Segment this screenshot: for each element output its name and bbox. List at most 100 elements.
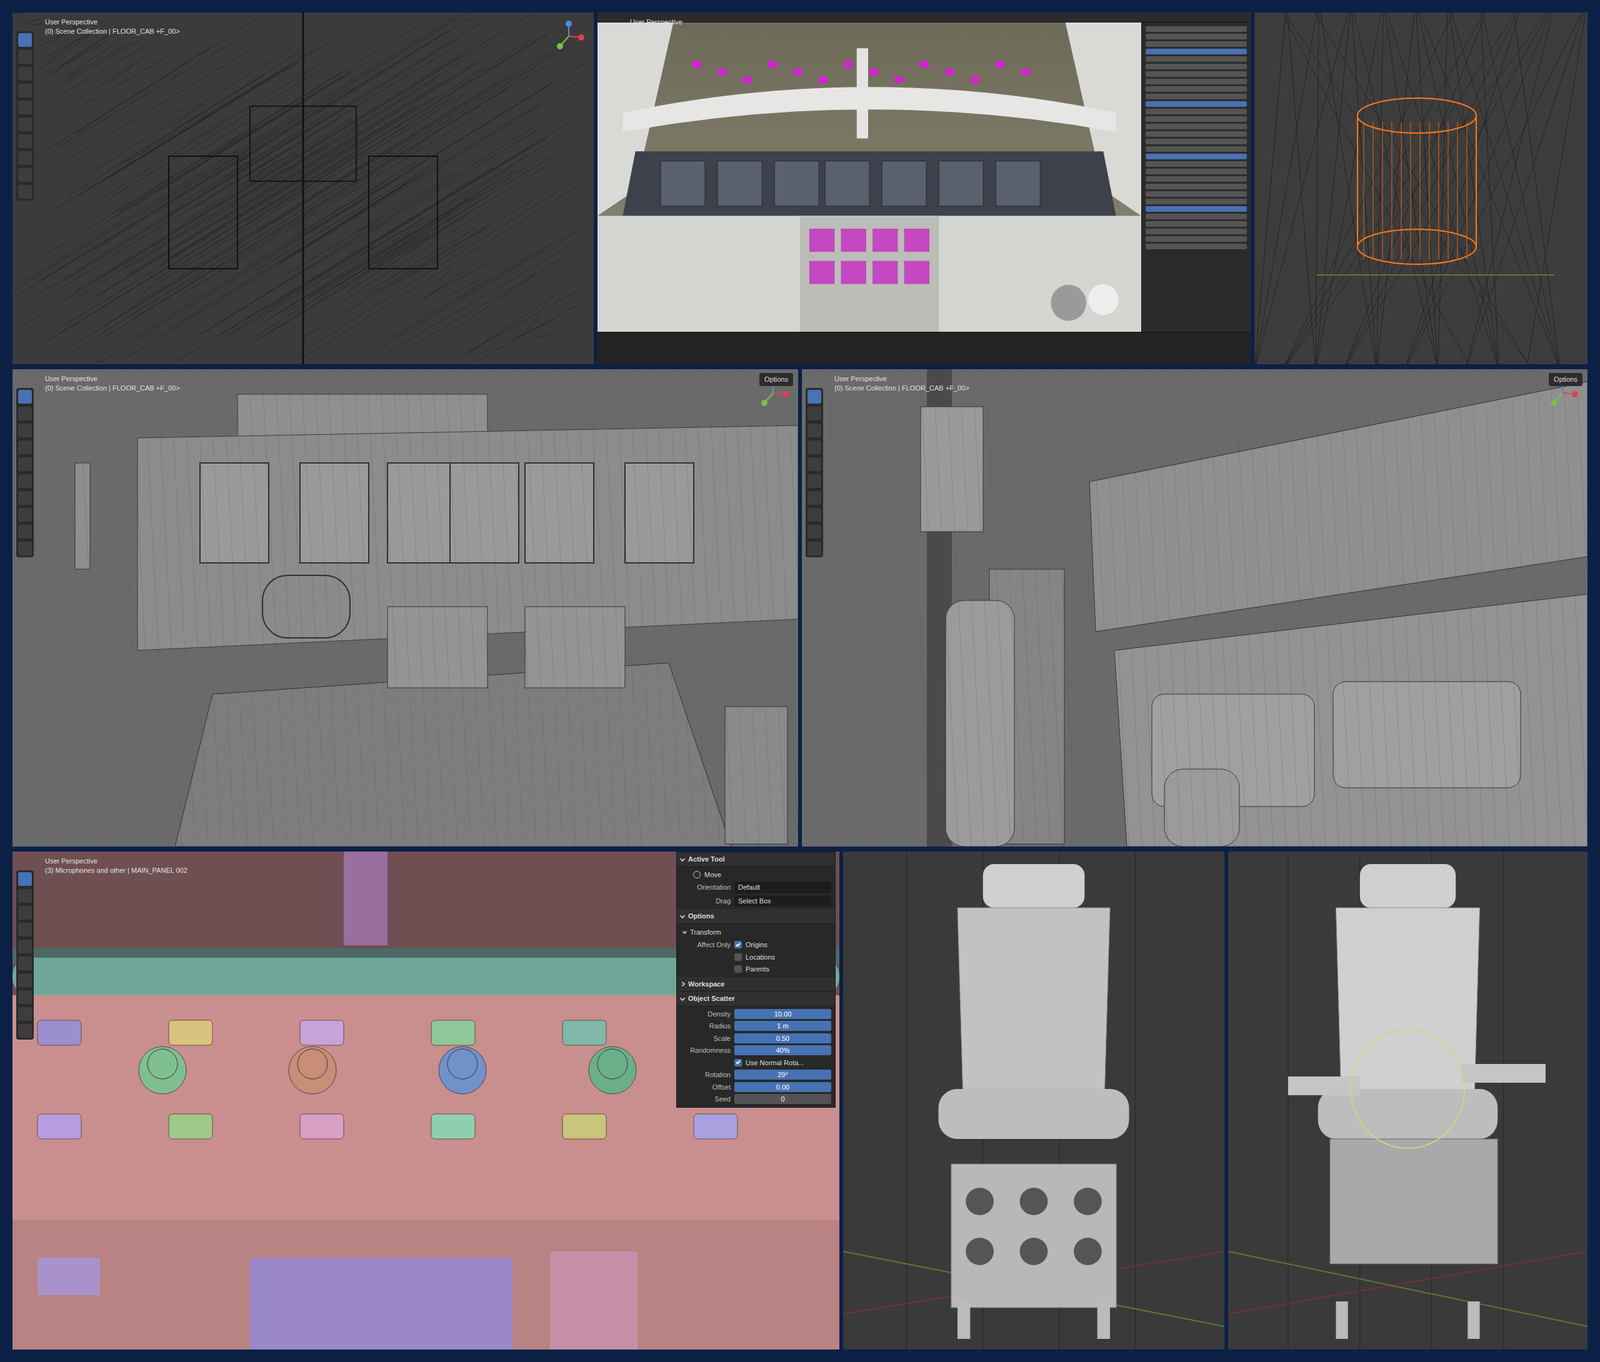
tool-icon[interactable] — [807, 406, 822, 421]
tool-icon[interactable] — [18, 151, 32, 165]
tool-icon[interactable] — [807, 423, 822, 438]
navigation-gizmo-icon[interactable] — [551, 18, 587, 54]
property-field[interactable] — [1145, 48, 1247, 55]
viewport[interactable]: User Perspective(0) Scene Collection | F… — [12, 12, 594, 365]
options-button[interactable]: Options — [759, 373, 794, 387]
tool-icon[interactable] — [18, 474, 32, 489]
tool-icon[interactable] — [807, 474, 822, 489]
dropdown[interactable]: Default — [734, 881, 832, 894]
tool-icon[interactable] — [18, 134, 32, 149]
tool-icon[interactable] — [18, 491, 32, 505]
property-field[interactable] — [1145, 26, 1247, 32]
tool-icon[interactable] — [18, 889, 32, 904]
tool-icon[interactable] — [18, 66, 32, 81]
property-field[interactable] — [1145, 116, 1247, 122]
property-field[interactable] — [1145, 206, 1247, 212]
tool-icon[interactable] — [18, 50, 32, 64]
viewport[interactable]: User Perspective — [597, 12, 1251, 365]
slider-field[interactable]: 0.00 — [734, 1082, 832, 1093]
tool-icon[interactable] — [18, 541, 32, 556]
property-field[interactable] — [1145, 63, 1247, 70]
tool-icon[interactable] — [18, 440, 32, 455]
slider-field[interactable]: 0.50 — [734, 1033, 832, 1044]
slider-field[interactable]: 1 m — [734, 1021, 832, 1032]
tool-icon[interactable] — [18, 906, 32, 920]
property-field[interactable] — [1145, 123, 1247, 130]
checkbox[interactable] — [734, 941, 742, 949]
tool-icon[interactable] — [18, 457, 32, 472]
tool-icon[interactable] — [18, 33, 32, 47]
tool-icon[interactable] — [807, 440, 822, 455]
subsection-header[interactable]: Transform — [680, 926, 832, 939]
viewport[interactable] — [1228, 851, 1588, 1350]
property-field[interactable] — [1145, 93, 1247, 100]
tool-icon[interactable] — [18, 117, 32, 132]
section-header[interactable]: Options — [676, 909, 835, 925]
tool-icon[interactable] — [807, 457, 822, 472]
tool-icon[interactable] — [18, 1007, 32, 1022]
tool-icon[interactable] — [18, 83, 32, 98]
tool-icon[interactable] — [18, 525, 32, 539]
property-field[interactable] — [1145, 243, 1247, 250]
property-field[interactable] — [1145, 213, 1247, 220]
tool-icon[interactable] — [18, 923, 32, 937]
property-field[interactable] — [1145, 101, 1247, 107]
property-field[interactable] — [1145, 33, 1247, 40]
options-button[interactable]: Options — [1548, 373, 1583, 387]
property-field[interactable] — [1145, 191, 1247, 197]
slider-field[interactable]: 10.00 — [734, 1009, 832, 1020]
tool-icon[interactable] — [18, 990, 32, 1005]
viewport[interactable]: User Perspective(0) Scene Collection | F… — [12, 369, 799, 847]
tool-icon[interactable] — [18, 956, 32, 971]
tool-icon[interactable] — [18, 100, 32, 115]
property-field[interactable] — [1145, 108, 1247, 115]
tool-icon[interactable] — [807, 390, 822, 404]
property-field[interactable] — [1145, 86, 1247, 92]
property-field[interactable] — [1145, 161, 1247, 167]
tool-icon[interactable] — [18, 1024, 32, 1039]
tool-icon[interactable] — [807, 491, 822, 505]
section-header[interactable]: Object Scatter — [676, 991, 835, 1007]
property-field[interactable] — [1145, 221, 1247, 227]
tool-icon[interactable] — [807, 541, 822, 556]
property-field[interactable] — [1145, 131, 1247, 137]
dropdown[interactable]: Select Box — [734, 895, 832, 908]
tool-icon[interactable] — [18, 406, 32, 421]
tool-icon[interactable] — [18, 940, 32, 954]
tool-icon[interactable] — [18, 872, 32, 887]
viewport[interactable] — [843, 851, 1225, 1350]
property-field[interactable] — [1145, 153, 1247, 160]
section-header[interactable]: Workspace — [676, 977, 835, 993]
property-field[interactable] — [1145, 183, 1247, 190]
viewport[interactable]: User Perspective(3) Microphones and othe… — [12, 851, 840, 1350]
viewport[interactable] — [1254, 12, 1588, 365]
tool-icon[interactable] — [18, 185, 32, 199]
section-header[interactable]: Active Tool — [676, 852, 835, 868]
property-field[interactable] — [1145, 41, 1247, 47]
property-field[interactable] — [1145, 56, 1247, 62]
checkbox[interactable] — [734, 953, 742, 962]
slider-field[interactable]: 40% — [734, 1045, 832, 1056]
property-field[interactable] — [1145, 71, 1247, 77]
property-field[interactable] — [1145, 168, 1247, 175]
property-field[interactable] — [1145, 78, 1247, 85]
slider-field[interactable]: 29° — [734, 1070, 832, 1080]
tool-icon[interactable] — [807, 525, 822, 539]
property-field[interactable] — [1145, 228, 1247, 235]
property-field[interactable] — [1145, 236, 1247, 242]
checkbox[interactable] — [734, 965, 742, 974]
tool-icon[interactable] — [18, 973, 32, 988]
property-field[interactable] — [1145, 138, 1247, 145]
tool-icon[interactable] — [18, 390, 32, 404]
property-field[interactable] — [1145, 198, 1247, 205]
slider-field[interactable]: 0 — [734, 1094, 832, 1105]
property-field[interactable] — [1145, 176, 1247, 182]
checkbox[interactable] — [734, 1059, 742, 1067]
viewport[interactable]: User Perspective(0) Scene Collection | F… — [801, 369, 1588, 847]
property-field[interactable] — [1145, 146, 1247, 152]
active-tool[interactable]: Move — [680, 870, 832, 881]
tool-icon[interactable] — [807, 508, 822, 522]
tool-icon[interactable] — [18, 508, 32, 522]
tool-icon[interactable] — [18, 168, 32, 182]
tool-icon[interactable] — [18, 423, 32, 438]
